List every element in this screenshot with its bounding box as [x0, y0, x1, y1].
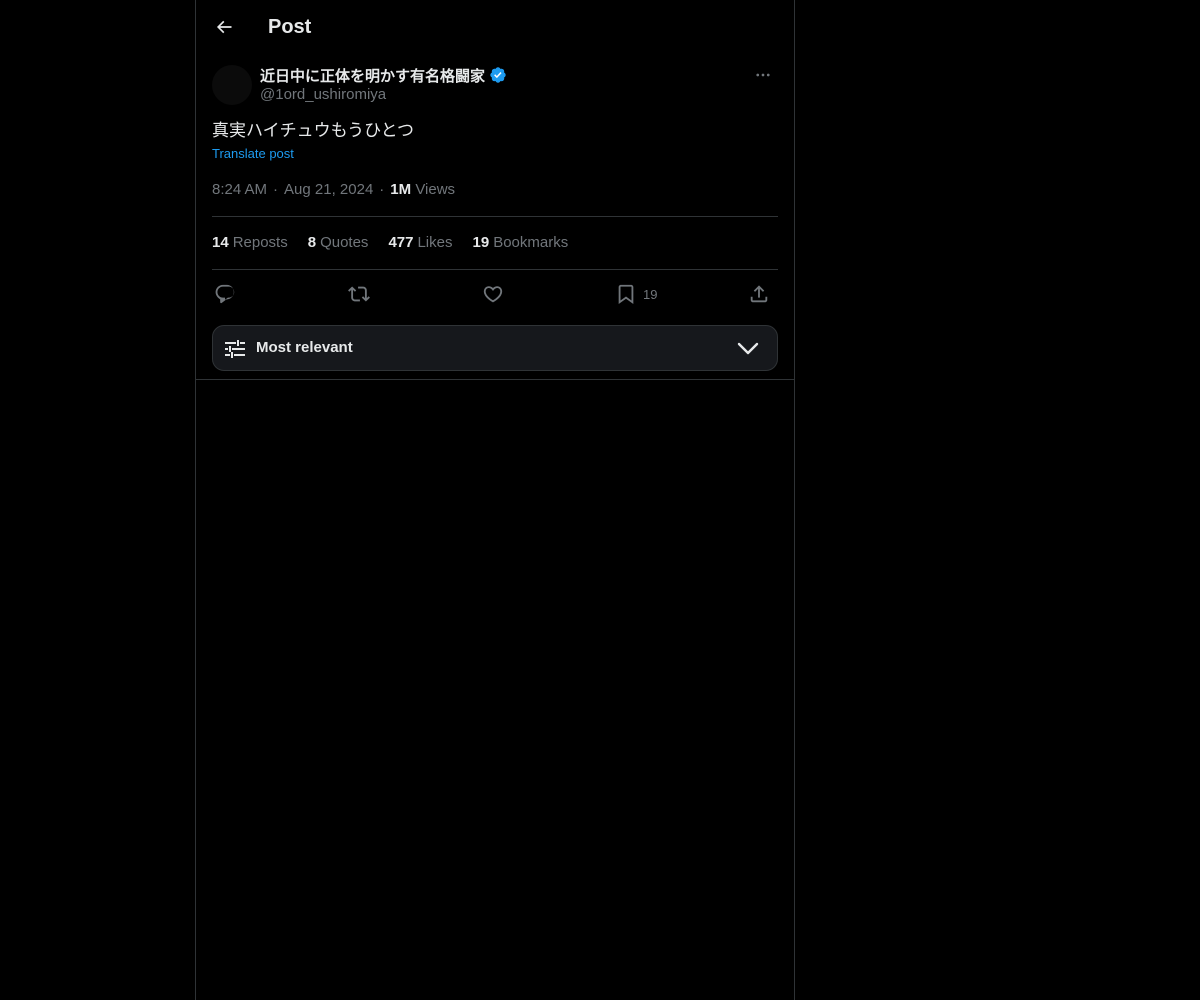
post-author: 近日中に正体を明かす有名格闘家 @1ord_ushiromiya	[212, 64, 778, 108]
post-date[interactable]: Aug 21, 2024	[284, 181, 373, 198]
sliders-icon	[223, 337, 247, 361]
reposts-stat[interactable]: 14 Reposts	[212, 234, 288, 251]
likes-label: Likes	[417, 234, 453, 251]
sort-replies-dropdown[interactable]: Most relevant	[212, 325, 778, 371]
meta-separator: ·	[379, 181, 385, 198]
bookmark-button[interactable]: 19	[615, 280, 657, 308]
share-button[interactable]	[748, 280, 770, 308]
reposts-label: Reposts	[232, 234, 288, 251]
reply-icon	[214, 283, 236, 305]
heart-icon	[482, 283, 504, 305]
quotes-label: Quotes	[320, 234, 369, 251]
views-stat: 1M Views	[390, 181, 455, 198]
likes-count: 477	[388, 234, 414, 251]
views-label: Views	[415, 181, 456, 198]
author-handle[interactable]: @1ord_ushiromiya	[260, 86, 386, 103]
likes-stat[interactable]: 477 Likes	[388, 234, 452, 251]
reposts-count: 14	[212, 234, 229, 251]
quotes-count: 8	[307, 234, 317, 251]
more-horizontal-icon	[754, 66, 772, 84]
bookmarks-stat[interactable]: 19 Bookmarks	[473, 234, 569, 251]
action-bar: 19	[212, 280, 778, 308]
divider	[212, 216, 778, 217]
repost-button[interactable]	[348, 280, 370, 308]
translate-post-link[interactable]: Translate post	[212, 146, 294, 161]
more-options-button[interactable]	[748, 64, 778, 86]
divider	[212, 269, 778, 270]
chevron-down-icon	[737, 340, 759, 358]
avatar[interactable]	[212, 65, 252, 105]
sort-label: Most relevant	[256, 339, 353, 356]
author-name-row: 近日中に正体を明かす有名格闘家	[260, 64, 507, 86]
post-text: 真実ハイチュウもうひとつ	[212, 121, 414, 140]
primary-column: Post 近日中に正体を明かす有名格闘家 @1ord_ushiromiya 真実…	[195, 0, 795, 1000]
author-name[interactable]: 近日中に正体を明かす有名格闘家	[260, 65, 485, 86]
views-count: 1M	[390, 181, 412, 198]
page-title: Post	[268, 16, 312, 38]
repost-icon	[348, 283, 370, 305]
reply-button[interactable]	[214, 280, 236, 308]
post-meta: 8:24 AM · Aug 21, 2024 · 1M Views	[212, 181, 455, 198]
meta-separator: ·	[273, 181, 279, 198]
bookmark-count: 19	[643, 286, 658, 302]
back-button[interactable]	[208, 11, 240, 43]
quotes-stat[interactable]: 8 Quotes	[308, 234, 369, 251]
divider	[196, 379, 794, 380]
bookmarks-count: 19	[472, 234, 490, 251]
arrow-left-icon	[214, 17, 234, 37]
share-icon	[748, 283, 770, 305]
page-header: Post	[196, 0, 794, 54]
engagement-stats: 14 Reposts 8 Quotes 477 Likes 19 Bookmarks	[212, 234, 568, 251]
verified-badge-icon[interactable]	[489, 66, 507, 84]
bookmarks-label: Bookmarks	[493, 234, 569, 251]
like-button[interactable]	[482, 280, 504, 308]
post-time[interactable]: 8:24 AM	[212, 181, 267, 198]
bookmark-icon	[615, 283, 637, 305]
